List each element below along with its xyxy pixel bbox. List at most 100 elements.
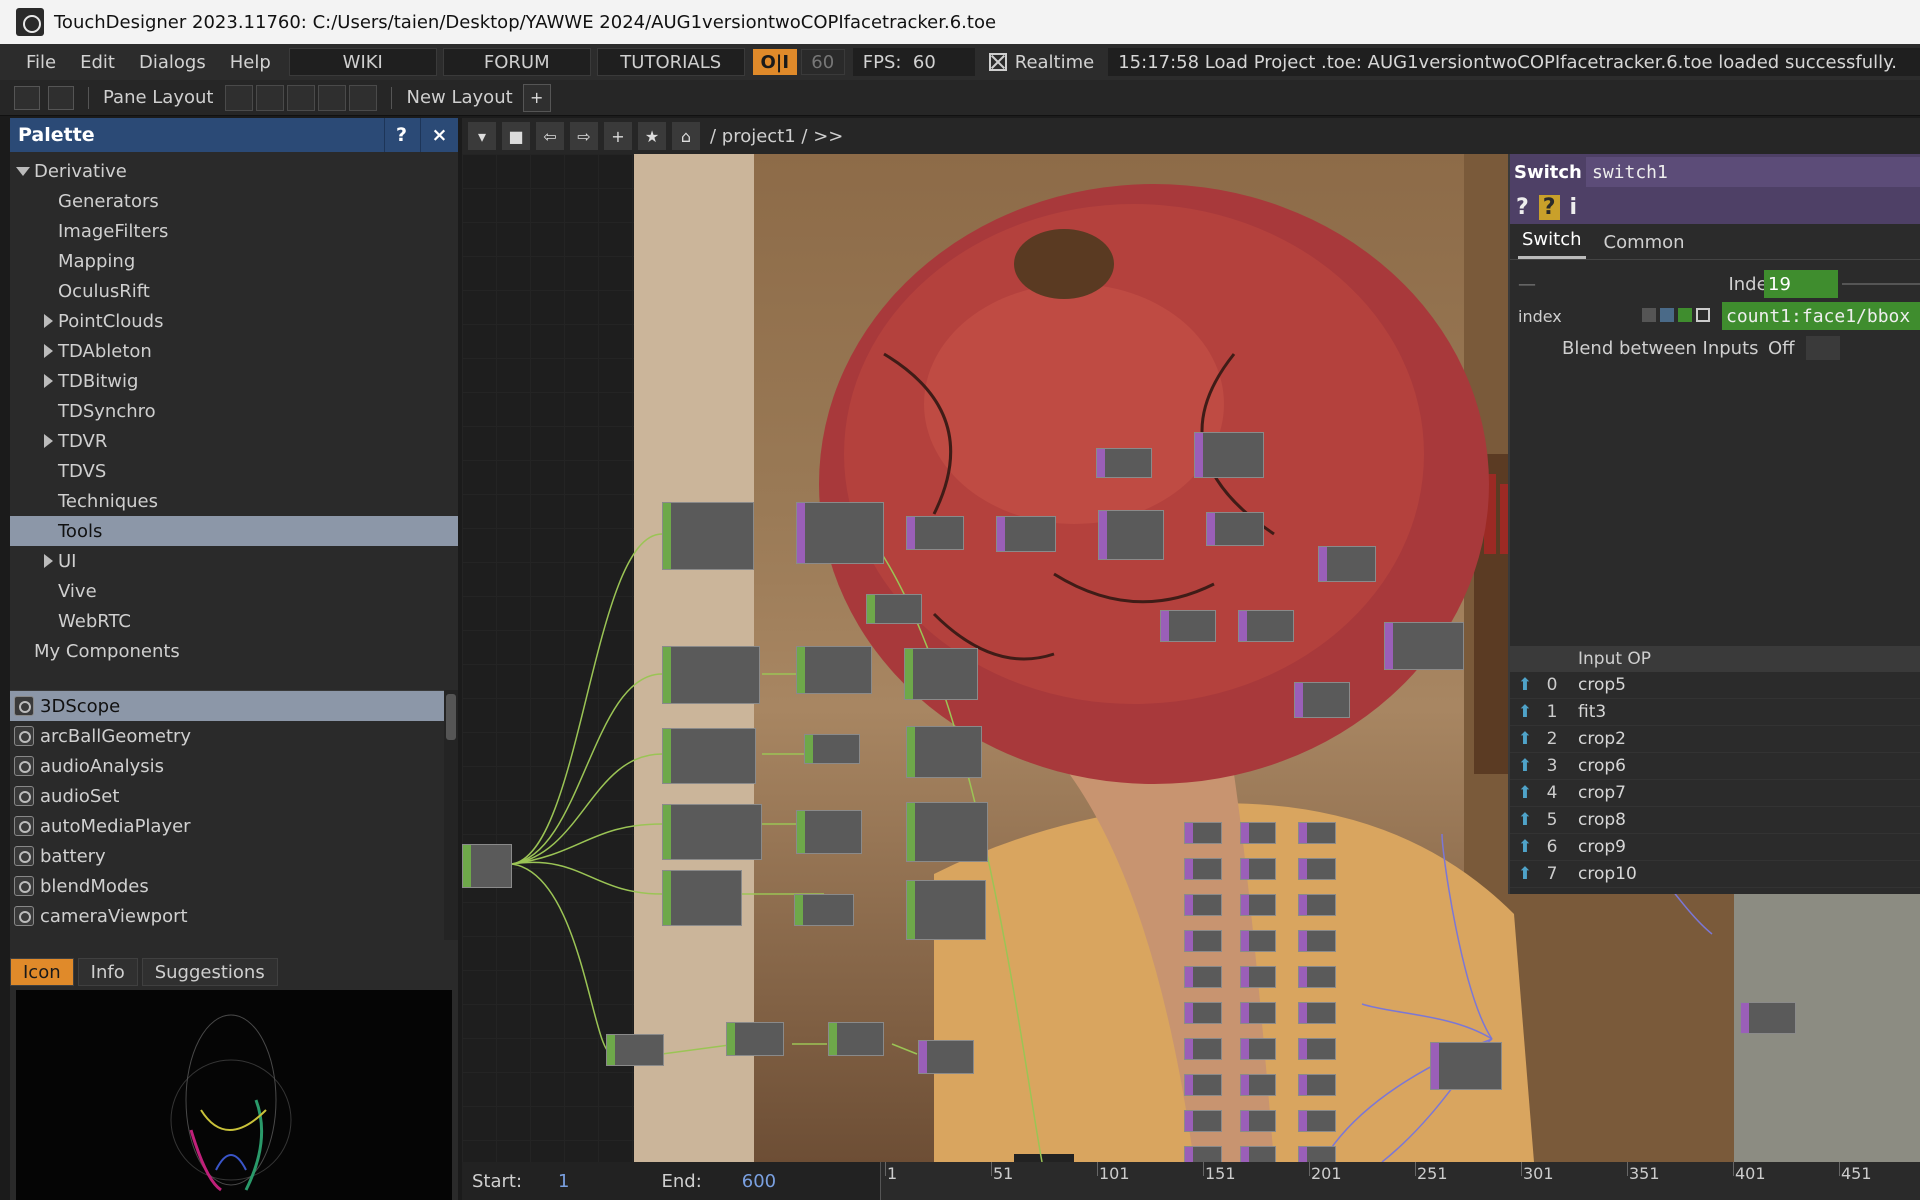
layout-hsplit-button[interactable] bbox=[287, 84, 316, 111]
palette-tree-item[interactable]: Techniques bbox=[10, 486, 458, 516]
top-operator-node[interactable] bbox=[1184, 1002, 1222, 1024]
top-operator-node[interactable] bbox=[1194, 432, 1264, 478]
top-operator-node[interactable] bbox=[1184, 822, 1222, 844]
input-op-row[interactable]: ⬆ 7 crop10 bbox=[1510, 861, 1920, 888]
expand-right-icon[interactable] bbox=[44, 314, 53, 328]
stop-icon[interactable]: ■ bbox=[502, 122, 530, 150]
palette-tree-item[interactable]: TDVR bbox=[10, 426, 458, 456]
top-operator-node[interactable] bbox=[1184, 1146, 1222, 1162]
end-value[interactable]: 600 bbox=[742, 1171, 776, 1192]
chop-operator-node[interactable] bbox=[662, 646, 760, 704]
chop-operator-node[interactable] bbox=[796, 810, 862, 854]
timeline-ruler[interactable]: 1 51 101 151 201 251 301 351 401 451 bbox=[880, 1162, 1920, 1200]
chop-operator-node[interactable] bbox=[804, 734, 860, 764]
input-op-row[interactable]: ⬆ 5 crop8 bbox=[1510, 807, 1920, 834]
chop-operator-node[interactable] bbox=[462, 844, 512, 888]
menu-file[interactable]: File bbox=[0, 52, 68, 73]
component-item[interactable]: cameraViewport bbox=[10, 901, 448, 931]
top-operator-node[interactable] bbox=[1298, 1038, 1336, 1060]
top-operator-node[interactable] bbox=[1206, 512, 1264, 546]
top-operator-node[interactable] bbox=[1240, 1146, 1276, 1162]
palette-help-button[interactable]: ? bbox=[384, 118, 418, 152]
top-operator-node[interactable] bbox=[1430, 1042, 1502, 1090]
layout-vsplit-button[interactable] bbox=[256, 84, 285, 111]
layout-quad-button[interactable] bbox=[349, 84, 378, 111]
chop-operator-node[interactable] bbox=[794, 894, 854, 926]
add-icon[interactable]: + bbox=[604, 122, 632, 150]
component-item[interactable]: battery bbox=[10, 841, 448, 871]
input-arrow-icon[interactable]: ⬆ bbox=[1510, 810, 1540, 830]
top-operator-node[interactable] bbox=[1160, 610, 1216, 642]
info-icon[interactable]: i bbox=[1570, 195, 1578, 220]
input-op-row[interactable]: ⬆ 6 crop9 bbox=[1510, 834, 1920, 861]
input-op-name[interactable]: crop10 bbox=[1564, 864, 1637, 884]
expand-right-icon[interactable] bbox=[44, 344, 53, 358]
input-op-name[interactable]: crop8 bbox=[1564, 810, 1626, 830]
top-operator-node[interactable] bbox=[1240, 1110, 1276, 1132]
add-layout-button[interactable]: + bbox=[522, 83, 551, 112]
palette-tree-item[interactable]: Mapping bbox=[10, 246, 458, 276]
expand-right-icon[interactable] bbox=[44, 554, 53, 568]
chop-operator-node[interactable] bbox=[906, 880, 986, 940]
palette-tree-item[interactable]: UI bbox=[10, 546, 458, 576]
palette-tree-item[interactable]: Derivative bbox=[10, 156, 458, 186]
top-operator-node[interactable] bbox=[996, 516, 1056, 552]
component-item[interactable]: audioAnalysis bbox=[10, 751, 448, 781]
input-arrow-icon[interactable]: ⬆ bbox=[1510, 864, 1540, 884]
input-op-name[interactable]: crop9 bbox=[1564, 837, 1626, 857]
chop-operator-node[interactable] bbox=[662, 870, 742, 926]
tab-suggestions[interactable]: Suggestions bbox=[141, 958, 278, 986]
top-operator-node[interactable] bbox=[1298, 1110, 1336, 1132]
input-op-row[interactable]: ⬆ 2 crop2 bbox=[1510, 726, 1920, 753]
palette-tree-item[interactable]: TDSynchro bbox=[10, 396, 458, 426]
menu-help[interactable]: Help bbox=[218, 52, 283, 73]
tab-info[interactable]: Info bbox=[77, 958, 138, 986]
top-operator-node[interactable] bbox=[1298, 1146, 1336, 1162]
top-operator-node[interactable] bbox=[1184, 858, 1222, 880]
input-arrow-icon[interactable]: ⬆ bbox=[1510, 702, 1540, 722]
input-op-row[interactable]: ⬆ 0 crop5 bbox=[1510, 672, 1920, 699]
op-name-field[interactable]: switch1 bbox=[1586, 157, 1920, 187]
top-operator-node[interactable] bbox=[1184, 1074, 1222, 1096]
top-operator-node[interactable] bbox=[1298, 930, 1336, 952]
top-operator-node[interactable] bbox=[1184, 1110, 1222, 1132]
mode-bind-icon[interactable] bbox=[1696, 308, 1710, 322]
forum-link[interactable]: FORUM bbox=[442, 48, 591, 76]
tab-switch[interactable]: Switch bbox=[1518, 229, 1586, 259]
chop-operator-node[interactable] bbox=[606, 1034, 664, 1066]
palette-tree-item[interactable]: TDVS bbox=[10, 456, 458, 486]
input-op-row[interactable]: ⬆ 3 crop6 bbox=[1510, 753, 1920, 780]
top-operator-node[interactable] bbox=[1298, 858, 1336, 880]
component-scroll-thumb[interactable] bbox=[446, 694, 456, 740]
bookmark-icon[interactable]: ★ bbox=[638, 122, 666, 150]
top-operator-node[interactable] bbox=[918, 1040, 974, 1074]
palette-tree-item[interactable]: Vive bbox=[10, 576, 458, 606]
palette-tree-item[interactable]: TDBitwig bbox=[10, 366, 458, 396]
palette-tree-item[interactable]: WebRTC bbox=[10, 606, 458, 636]
layout-single-button[interactable] bbox=[225, 84, 254, 111]
input-op-name[interactable]: crop6 bbox=[1564, 756, 1626, 776]
palette-tree-item[interactable]: Generators bbox=[10, 186, 458, 216]
top-operator-node[interactable] bbox=[1294, 682, 1350, 718]
input-arrow-icon[interactable]: ⬆ bbox=[1510, 675, 1540, 695]
top-operator-node[interactable] bbox=[1184, 930, 1222, 952]
input-op-name[interactable]: crop2 bbox=[1564, 729, 1626, 749]
component-item[interactable]: blendModes bbox=[10, 871, 448, 901]
chop-operator-node[interactable] bbox=[662, 728, 756, 784]
start-value[interactable]: 1 bbox=[558, 1171, 569, 1192]
index-expression-field[interactable]: count1:face1/bbox bbox=[1722, 302, 1920, 330]
top-operator-node[interactable] bbox=[1240, 894, 1276, 916]
input-arrow-icon[interactable]: ⬆ bbox=[1510, 837, 1540, 857]
realtime-checkbox[interactable] bbox=[988, 53, 1007, 71]
top-operator-node[interactable] bbox=[1384, 622, 1464, 670]
top-operator-node[interactable] bbox=[1240, 1038, 1276, 1060]
home-icon[interactable]: ⌂ bbox=[672, 122, 700, 150]
mode-export-icon[interactable] bbox=[1678, 308, 1692, 322]
palette-tree-item[interactable]: ImageFilters bbox=[10, 216, 458, 246]
chop-operator-node[interactable] bbox=[866, 594, 922, 624]
help-icon[interactable]: ? bbox=[1516, 195, 1529, 220]
index-slider[interactable] bbox=[1842, 283, 1920, 285]
blend-toggle[interactable] bbox=[1806, 336, 1840, 360]
input-op-name[interactable]: fit3 bbox=[1564, 702, 1606, 722]
network-menu-icon[interactable]: ▾ bbox=[468, 122, 496, 150]
